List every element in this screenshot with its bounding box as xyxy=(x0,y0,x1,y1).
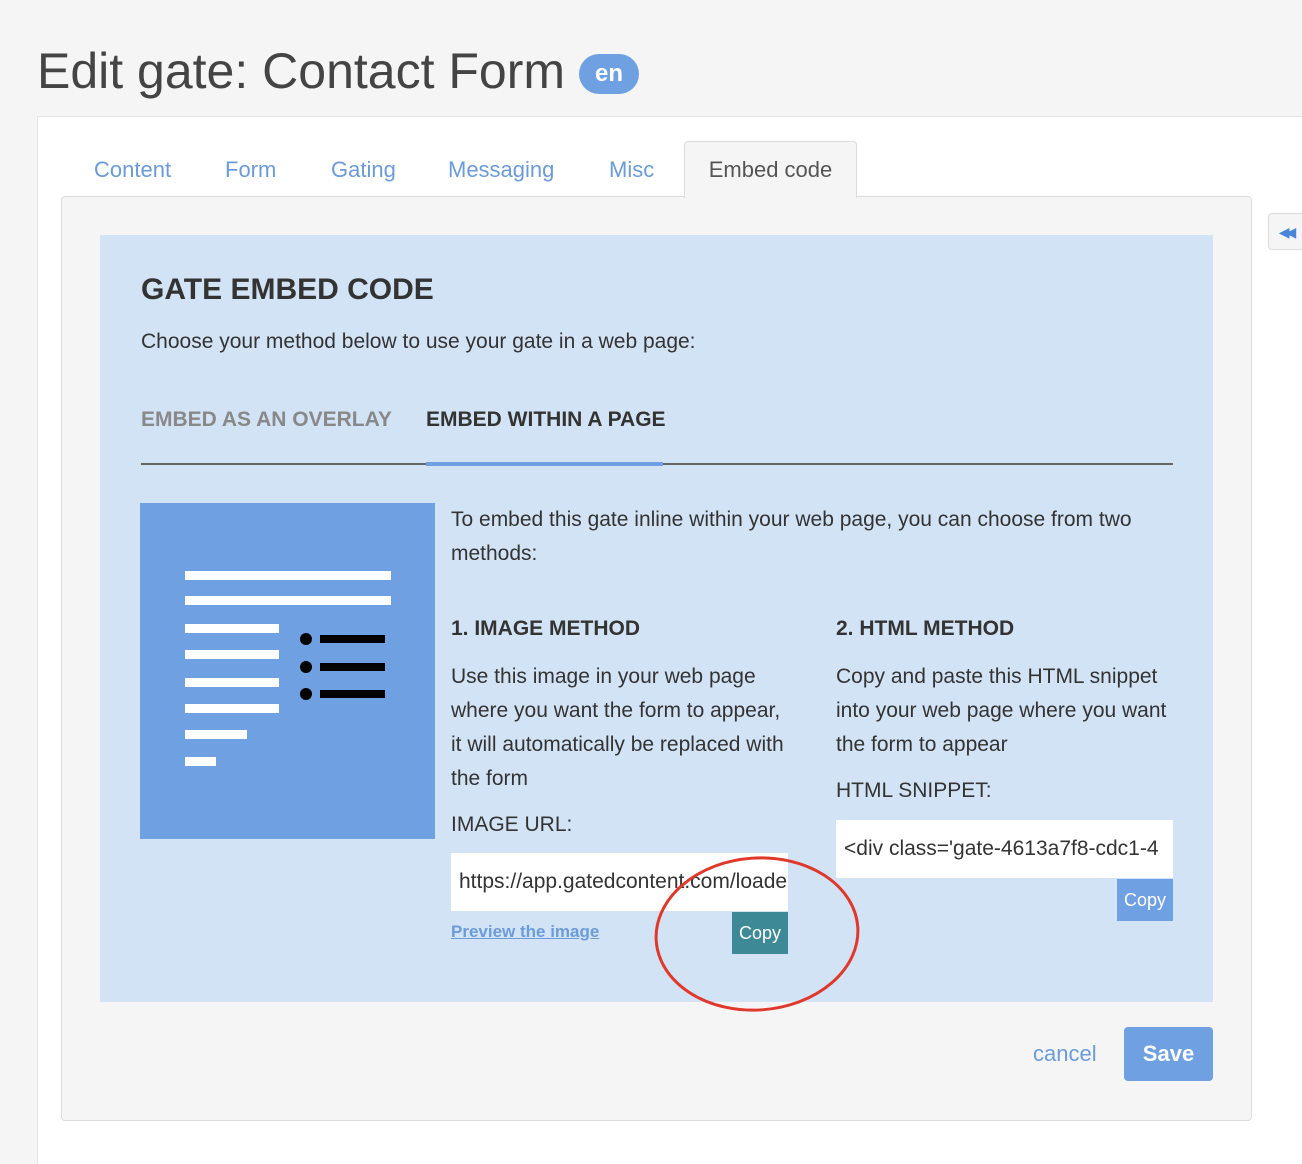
embed-intro-text: To embed this gate inline within your we… xyxy=(451,508,1132,565)
html-method-heading: 2. HTML METHOD xyxy=(836,617,1015,640)
embed-subtitle: Choose your method below to use your gat… xyxy=(141,330,696,353)
image-url-label: IMAGE URL: xyxy=(451,813,573,836)
tab-gating[interactable]: Gating xyxy=(331,156,396,196)
tab-content[interactable]: Content xyxy=(94,156,171,196)
form-layout-icon xyxy=(185,571,391,766)
tab-embed-code[interactable]: Embed code xyxy=(684,141,857,198)
double-chevron-left-icon: ◀◀ xyxy=(1278,224,1296,240)
inline-form-illustration xyxy=(140,503,435,839)
save-button[interactable]: Save xyxy=(1124,1027,1213,1081)
image-url-field[interactable]: https://app.gatedcontent.com/loader xyxy=(451,853,788,911)
subtab-embed-overlay[interactable]: EMBED AS AN OVERLAY xyxy=(141,408,392,432)
tab-messaging[interactable]: Messaging xyxy=(448,156,554,196)
page-title-text: Edit gate: Contact Form xyxy=(37,43,566,99)
subtab-embed-within-page[interactable]: EMBED WITHIN A PAGE xyxy=(426,408,666,432)
copy-html-snippet-button[interactable]: Copy xyxy=(1117,879,1173,921)
page-title: Edit gate: Contact Form en xyxy=(37,42,640,100)
embed-title: GATE EMBED CODE xyxy=(141,273,434,306)
language-badge[interactable]: en xyxy=(579,54,640,94)
tab-form[interactable]: Form xyxy=(225,156,276,196)
preview-image-link[interactable]: Preview the image xyxy=(451,922,599,942)
image-method-heading: 1. IMAGE METHOD xyxy=(451,617,641,640)
tab-misc[interactable]: Misc xyxy=(609,156,654,196)
html-method-description: Copy and paste this HTML snippet into yo… xyxy=(836,665,1167,756)
collapse-sidebar-button[interactable]: ◀◀ xyxy=(1268,213,1302,250)
html-snippet-label: HTML SNIPPET: xyxy=(836,779,992,802)
copy-image-url-button[interactable]: Copy xyxy=(732,912,788,954)
html-snippet-field[interactable]: <div class='gate-4613a7f8-cdc1-4 xyxy=(836,820,1173,878)
cancel-link[interactable]: cancel xyxy=(1033,1041,1097,1067)
subtab-active-indicator xyxy=(426,462,663,466)
image-method-description: Use this image in your web page where yo… xyxy=(451,665,784,790)
